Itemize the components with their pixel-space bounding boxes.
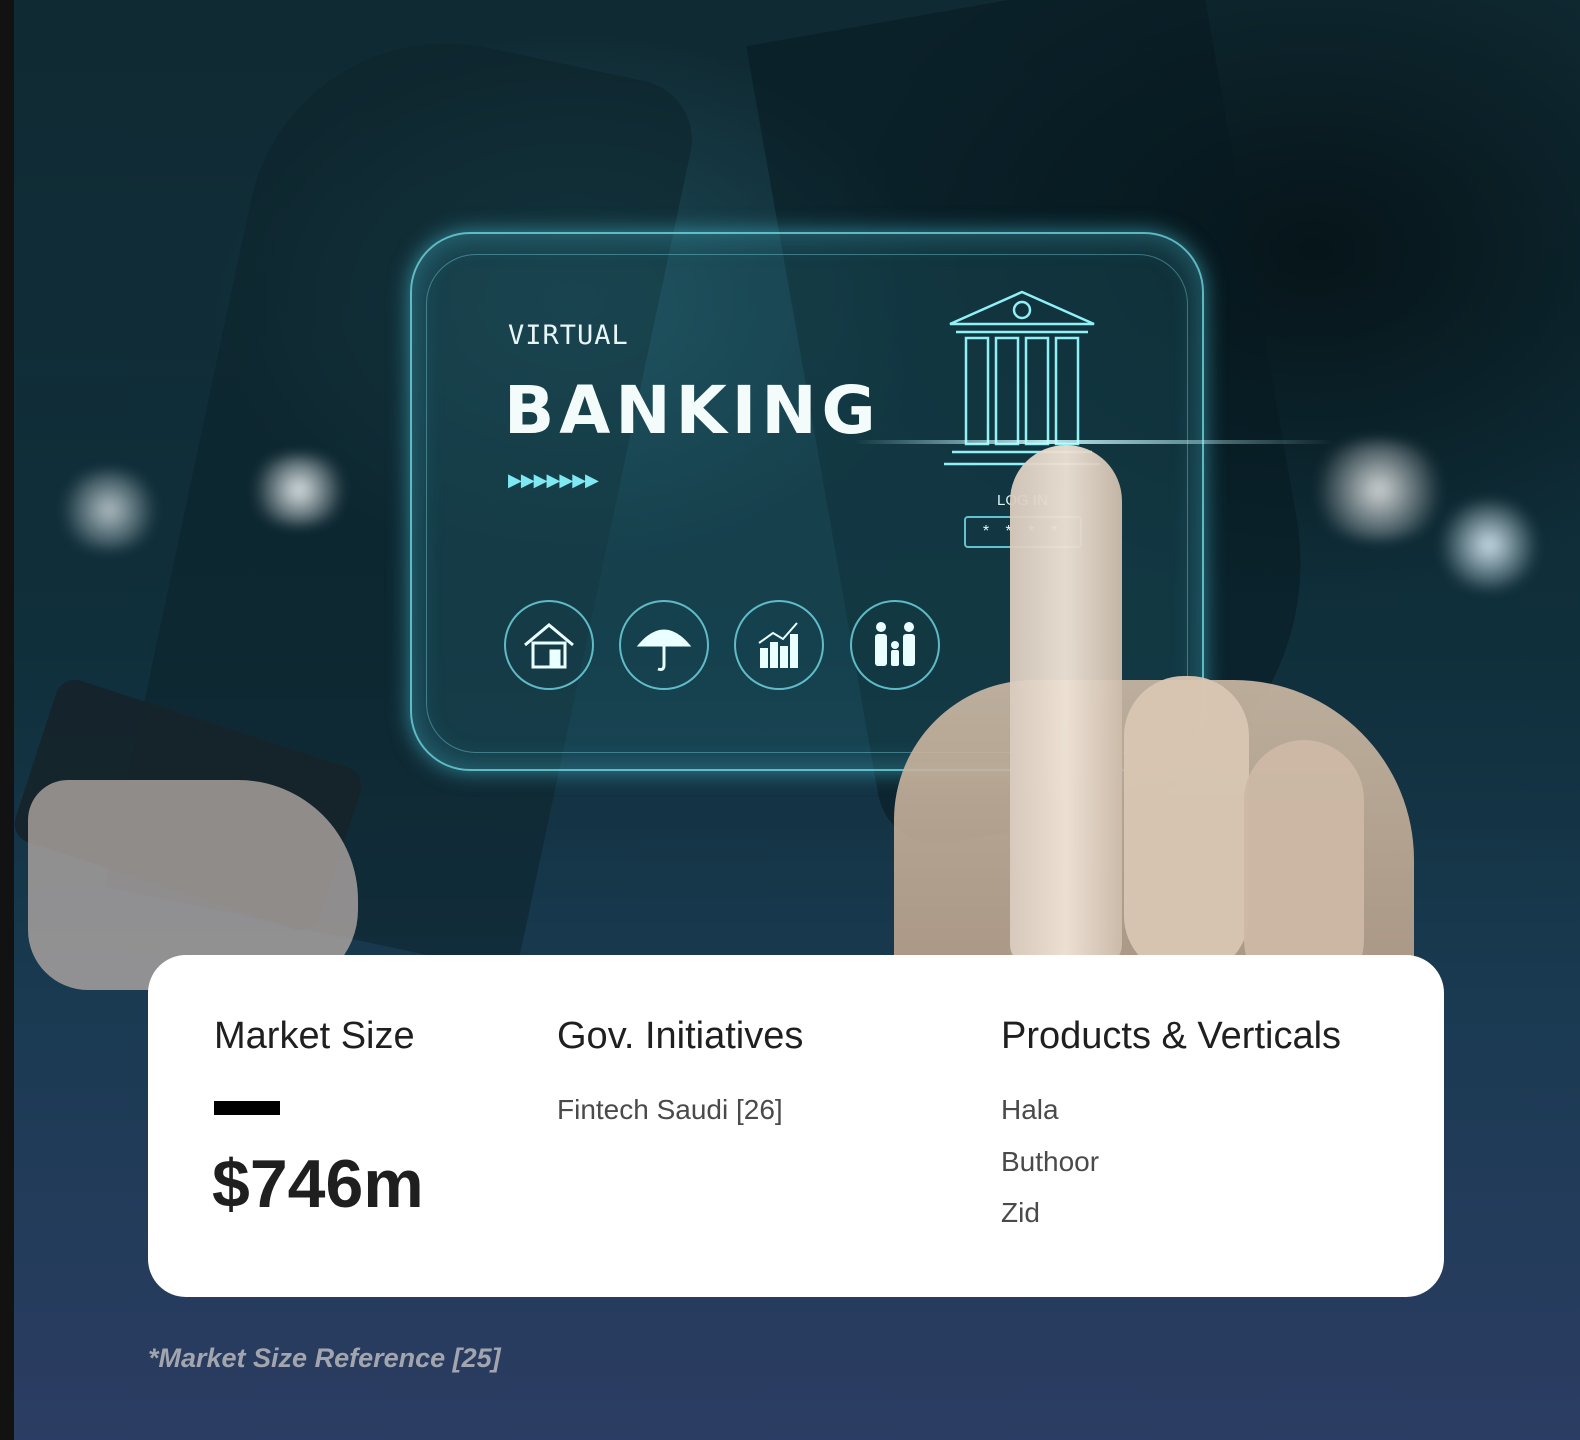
info-panel: Market Size $746m Gov. Initiatives Finte… <box>148 955 1444 1297</box>
product-item: Hala <box>1001 1094 1059 1125</box>
products-title: Products & Verticals <box>1001 1015 1342 1057</box>
card-virtual-label: VIRTUAL <box>508 320 629 351</box>
umbrella-icon <box>619 600 709 690</box>
light-orb <box>244 455 354 525</box>
light-orb <box>1304 440 1454 540</box>
card-banking-label: BANKING <box>504 372 881 449</box>
growth-chart-icon <box>734 600 824 690</box>
product-item: Buthoor <box>1001 1146 1100 1177</box>
pointing-finger <box>1010 445 1122 965</box>
family-icon <box>850 600 940 690</box>
home-icon <box>504 600 594 690</box>
market-size-title: Market Size <box>214 1015 415 1057</box>
market-size-value: $746m <box>212 1146 424 1222</box>
gov-initiatives-title: Gov. Initiatives <box>557 1015 804 1057</box>
footnote: *Market Size Reference [25] <box>148 1343 501 1373</box>
light-streak <box>854 440 1334 444</box>
gov-initiative-item: Fintech Saudi [26] <box>557 1094 783 1125</box>
middle-finger <box>1124 676 1249 976</box>
arrows-icon: ▶▶▶▶▶▶▶ <box>508 470 599 490</box>
accent-bar <box>214 1101 280 1115</box>
left-edge-strip <box>0 0 14 1440</box>
light-orb <box>1434 500 1544 590</box>
light-orb <box>54 470 164 550</box>
product-item: Zid <box>1001 1197 1040 1228</box>
